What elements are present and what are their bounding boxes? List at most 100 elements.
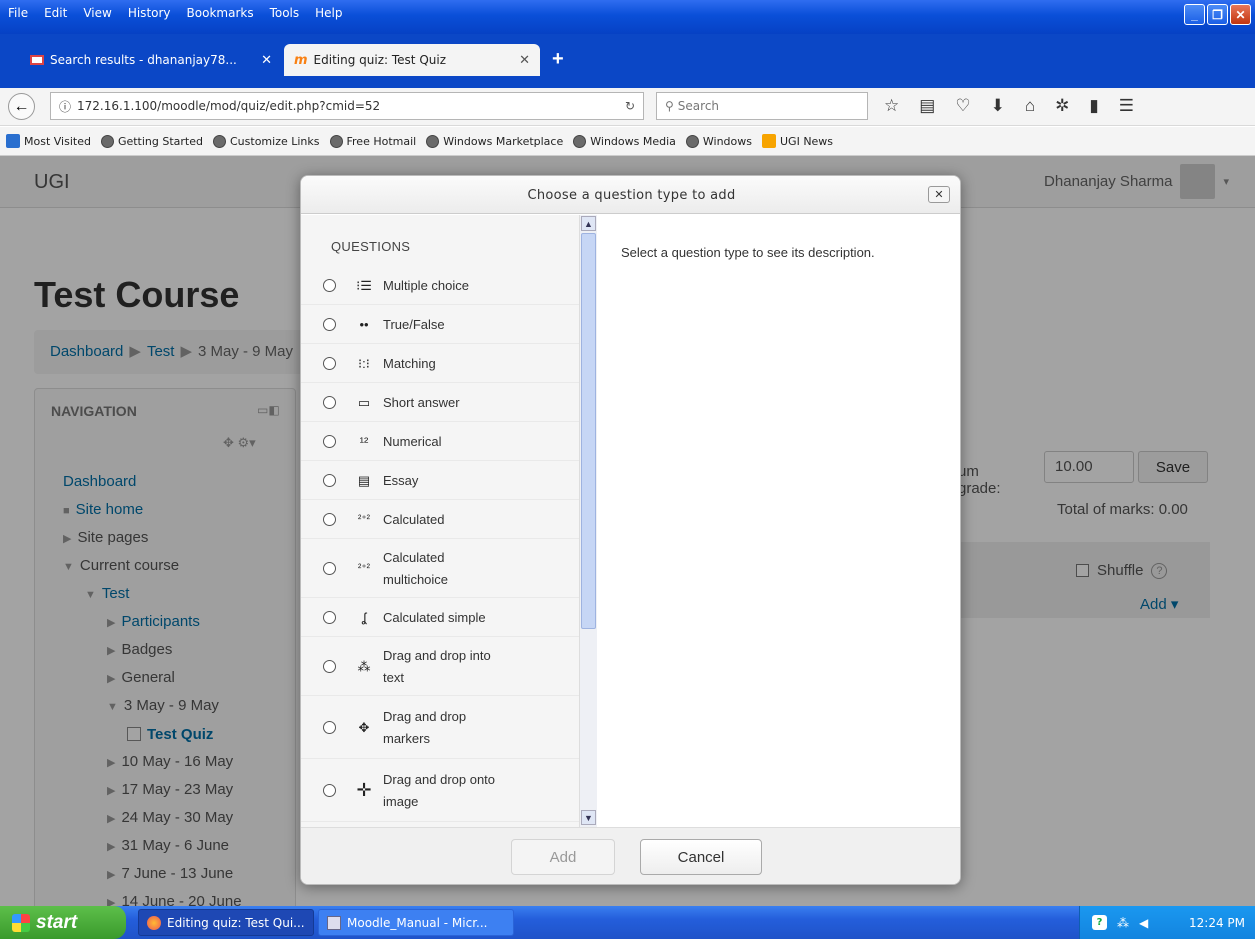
menu-view[interactable]: View xyxy=(83,6,111,20)
reading-list-icon[interactable]: ▤ xyxy=(919,96,935,116)
option-numerical[interactable]: ¹² Numerical xyxy=(301,423,579,461)
option-matching[interactable]: ⁝:⁝ Matching xyxy=(301,345,579,383)
radio-button[interactable] xyxy=(323,279,336,292)
radio-button[interactable] xyxy=(323,435,336,448)
add-button[interactable]: Add xyxy=(511,839,615,875)
menu-edit[interactable]: Edit xyxy=(44,6,67,20)
tab-close-icon[interactable]: ✕ xyxy=(519,53,530,68)
questions-section-heading: QUESTIONS xyxy=(331,239,411,254)
tab-close-icon[interactable]: ✕ xyxy=(261,53,272,68)
radio-button[interactable] xyxy=(323,611,336,624)
scroll-down-icon[interactable]: ▼ xyxy=(581,810,596,825)
word-document-icon xyxy=(327,915,341,930)
drag-drop-image-icon: ✛ xyxy=(356,780,372,800)
menu-bookmarks[interactable]: Bookmarks xyxy=(187,6,254,20)
addon-icon[interactable]: ✲ xyxy=(1055,96,1069,116)
radio-button[interactable] xyxy=(323,721,336,734)
radio-button[interactable] xyxy=(323,474,336,487)
cancel-button[interactable]: Cancel xyxy=(640,839,762,875)
minimize-button[interactable]: _ xyxy=(1184,4,1205,25)
bookmark-customize-links[interactable]: Customize Links xyxy=(213,134,320,148)
scroll-up-icon[interactable]: ▲ xyxy=(581,216,596,231)
back-tray-icon[interactable]: ◀ xyxy=(1139,916,1148,930)
tab-gmail-search[interactable]: Search results - dhananjay78... ✕ xyxy=(20,44,282,76)
bookmark-windows-media[interactable]: Windows Media xyxy=(573,134,676,148)
menu-help[interactable]: Help xyxy=(315,6,342,20)
menu-history[interactable]: History xyxy=(128,6,171,20)
option-label: True/False xyxy=(383,316,445,332)
help-tray-icon[interactable]: ? xyxy=(1092,915,1107,930)
option-calculated-simple[interactable]: ʆ Calculated simple xyxy=(301,599,579,637)
search-placeholder: Search xyxy=(677,99,720,113)
bookmark-most-visited[interactable]: Most Visited xyxy=(6,134,91,148)
pocket-icon[interactable]: ♡ xyxy=(955,96,970,116)
info-icon[interactable]: ⓘ xyxy=(59,98,71,115)
option-calculated-multichoice[interactable]: ²⁺² Calculated multichoice xyxy=(301,540,579,598)
question-list-scrollbar[interactable]: ▲ ▼ xyxy=(579,215,597,827)
scrollbar-thumb[interactable] xyxy=(581,233,596,629)
clock[interactable]: 12:24 PM xyxy=(1189,916,1245,930)
menu-icon[interactable]: ☰ xyxy=(1119,96,1134,116)
option-multiple-choice[interactable]: ⁝☰ Multiple choice xyxy=(301,267,579,305)
reload-icon[interactable]: ↻ xyxy=(625,99,635,113)
dialog-title: Choose a question type to add xyxy=(527,188,736,203)
windows-logo-icon xyxy=(12,913,30,932)
option-short-answer[interactable]: ▭ Short answer xyxy=(301,384,579,422)
option-label: Calculated multichoice xyxy=(383,549,449,587)
bookmark-label: Windows xyxy=(702,134,752,148)
new-tab-button[interactable]: + xyxy=(552,48,564,71)
question-description-panel: Select a question type to see its descri… xyxy=(597,215,960,827)
start-button[interactable]: start xyxy=(0,906,126,939)
calculated-icon: ²⁺² xyxy=(358,514,370,525)
radio-button[interactable] xyxy=(323,784,336,797)
option-label: Calculated xyxy=(383,511,445,527)
tab-editing-quiz[interactable]: m Editing quiz: Test Quiz ✕ xyxy=(284,44,540,76)
radio-button[interactable] xyxy=(323,513,336,526)
url-bar[interactable]: ⓘ 172.16.1.100/moodle/mod/quiz/edit.php?… xyxy=(50,92,644,120)
option-calculated[interactable]: ²⁺² Calculated xyxy=(301,501,579,539)
radio-button[interactable] xyxy=(323,562,336,575)
short-answer-icon: ▭ xyxy=(357,394,371,410)
bookmark-windows[interactable]: Windows xyxy=(685,134,752,148)
bookmark-windows-marketplace[interactable]: Windows Marketplace xyxy=(426,134,563,148)
option-label: Numerical xyxy=(383,433,442,449)
tab-label: Search results - dhananjay78... xyxy=(50,53,237,67)
menu-file[interactable]: File xyxy=(8,6,28,20)
option-drag-drop-text[interactable]: ⁂ Drag and drop into text xyxy=(301,638,579,696)
bookmark-ugi-news[interactable]: UGI News xyxy=(762,134,833,148)
radio-button[interactable] xyxy=(323,396,336,409)
option-label: Short answer xyxy=(383,394,460,410)
radio-button[interactable] xyxy=(323,357,336,370)
bookmark-label: Windows Media xyxy=(590,134,676,148)
search-input[interactable]: ⚲ Search xyxy=(656,92,868,120)
true-false-icon: •• xyxy=(359,317,369,332)
taskbar-item-word[interactable]: Moodle_Manual - Micr... xyxy=(318,909,514,936)
restore-button[interactable]: ❐ xyxy=(1207,4,1228,25)
bookmark-star-icon[interactable]: ☆ xyxy=(884,96,899,116)
network-tray-icon[interactable]: ⁂ xyxy=(1117,916,1129,930)
bookmark-free-hotmail[interactable]: Free Hotmail xyxy=(329,134,416,148)
back-button[interactable]: ← xyxy=(8,93,35,120)
radio-button[interactable] xyxy=(323,318,336,331)
option-essay[interactable]: ▤ Essay xyxy=(301,462,579,500)
menu-tools[interactable]: Tools xyxy=(270,6,300,20)
extension-icon[interactable]: ▮ xyxy=(1089,96,1098,116)
bookmark-label: Customize Links xyxy=(230,134,320,148)
option-label: Essay xyxy=(383,472,419,488)
option-true-false[interactable]: •• True/False xyxy=(301,306,579,344)
radio-button[interactable] xyxy=(323,660,336,673)
start-label: start xyxy=(36,911,78,933)
window-close-button[interactable]: ✕ xyxy=(1230,4,1251,25)
taskbar-item-firefox[interactable]: Editing quiz: Test Qui... xyxy=(138,909,314,936)
option-drag-drop-markers[interactable]: ✥ Drag and drop markers xyxy=(301,697,579,759)
home-icon[interactable]: ⌂ xyxy=(1025,96,1035,116)
option-label: Drag and drop into text xyxy=(383,647,491,685)
bookmark-getting-started[interactable]: Getting Started xyxy=(100,134,203,148)
download-icon[interactable]: ⬇ xyxy=(991,96,1005,116)
option-drag-drop-image[interactable]: ✛ Drag and drop onto image xyxy=(301,760,579,822)
dialog-header: Choose a question type to add ✕ xyxy=(301,176,960,214)
tab-label: Editing quiz: Test Quiz xyxy=(313,53,446,67)
calculated-multichoice-icon: ²⁺² xyxy=(358,563,370,574)
moodle-icon: m xyxy=(294,52,308,68)
dialog-close-button[interactable]: ✕ xyxy=(928,186,950,203)
